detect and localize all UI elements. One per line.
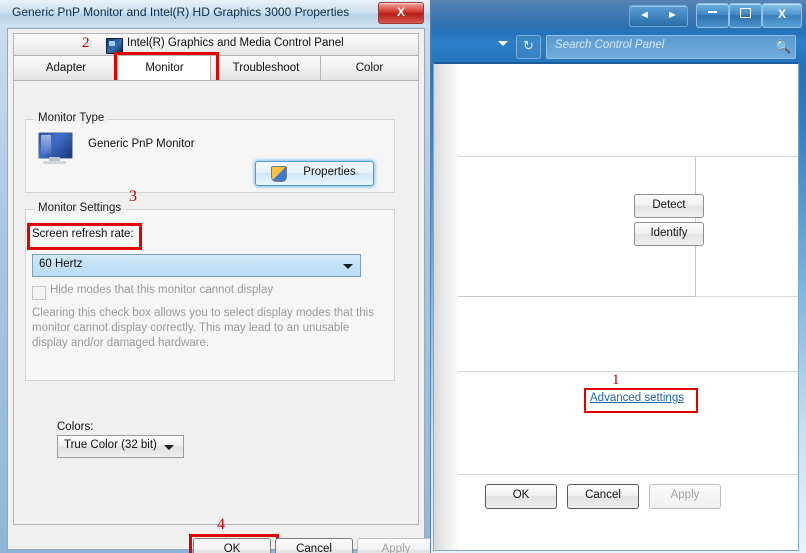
minimize-icon (708, 11, 717, 13)
maximize-icon (740, 8, 751, 18)
dialog-ok-button[interactable]: OK (193, 538, 271, 553)
step-number-3: 3 (129, 188, 137, 205)
control-panel-titlebar[interactable]: ◄ ► X (428, 0, 806, 31)
cp-ok-button[interactable]: OK (485, 484, 557, 509)
refresh-icon[interactable]: ↻ (516, 35, 541, 59)
uac-shield-icon (271, 166, 287, 182)
screen: ◄ ► X ↻ Search Control Panel 🔍 Detect Id… (0, 0, 806, 553)
divider (458, 474, 798, 475)
search-icon: 🔍 (775, 39, 792, 54)
step-number-2: 2 (82, 35, 90, 51)
dialog-footer: 4 OK Cancel Apply (13, 516, 430, 553)
monitor-properties-dialog: Generic PnP Monitor and Intel(R) HD Grap… (0, 0, 431, 553)
properties-button-label: Properties (303, 166, 356, 178)
dialog-close-button[interactable]: X (378, 2, 424, 24)
tab-header-label: Intel(R) Graphics and Media Control Pane… (127, 37, 344, 49)
control-panel-window: ◄ ► X ↻ Search Control Panel 🔍 Detect Id… (428, 0, 806, 553)
refresh-rate-value: 60 Hertz (39, 258, 83, 270)
colors-dropdown[interactable]: True Color (32 bit) (57, 435, 184, 458)
monitor-settings-legend: Monitor Settings (34, 202, 126, 214)
detect-button[interactable]: Detect (634, 194, 704, 218)
dialog-apply-button: Apply (357, 538, 430, 553)
control-panel-footer: OK Cancel Apply (458, 484, 798, 514)
refresh-rate-dropdown[interactable]: 60 Hertz (32, 254, 361, 277)
monitor-tab-panel: Monitor Type Generic PnP Monitor Propert… (13, 80, 419, 525)
address-bar[interactable]: ↻ Search Control Panel 🔍 (428, 33, 806, 61)
tab-strip: 2 Intel(R) Graphics and Media Control Pa… (13, 33, 419, 98)
properties-button[interactable]: Properties (255, 161, 374, 186)
tab-troubleshoot[interactable]: Troubleshoot (210, 55, 322, 82)
monitor-settings-group: Monitor Settings 3 Screen refresh rate: … (25, 188, 395, 381)
tab-adapter[interactable]: Adapter (13, 55, 119, 82)
dialog-title: Generic PnP Monitor and Intel(R) HD Grap… (12, 5, 350, 19)
chevron-down-icon (343, 264, 353, 269)
dialog-body: 2 Intel(R) Graphics and Media Control Pa… (7, 28, 430, 553)
hide-modes-description: Clearing this check box allows you to se… (32, 307, 374, 349)
control-panel-content: Detect Identify 1 Advanced settings OK C… (433, 62, 799, 551)
tab-color-management[interactable]: Color Management (320, 55, 419, 98)
divider (458, 371, 798, 372)
display-preview-panel: Detect Identify (458, 156, 704, 297)
step-number-1: 1 (612, 372, 620, 388)
close-button[interactable]: X (762, 3, 802, 28)
content-left-gradient (434, 64, 458, 550)
search-placeholder: Search Control Panel (555, 39, 665, 51)
refresh-rate-label: Screen refresh rate: (32, 228, 134, 240)
colors-value: True Color (32 bit) (64, 439, 157, 451)
hide-modes-checkbox[interactable] (32, 286, 46, 300)
maximize-button[interactable] (729, 3, 762, 28)
monitor-type-legend: Monitor Type (34, 112, 109, 124)
chevron-down-icon[interactable] (498, 41, 508, 46)
dialog-cancel-button[interactable]: Cancel (275, 538, 353, 553)
identify-button[interactable]: Identify (634, 222, 704, 246)
nav-back-button[interactable]: ◄ (629, 5, 660, 27)
search-input[interactable]: Search Control Panel 🔍 (546, 35, 796, 59)
cp-apply-button: Apply (649, 484, 721, 509)
monitor-icon (38, 132, 75, 165)
cp-cancel-button[interactable]: Cancel (567, 484, 639, 509)
monitor-type-group: Monitor Type Generic PnP Monitor Propert… (25, 112, 395, 193)
chevron-down-icon (164, 445, 174, 450)
monitor-name-label: Generic PnP Monitor (88, 138, 195, 150)
hide-modes-label: Hide modes that this monitor cannot disp… (50, 284, 274, 296)
advanced-settings-link[interactable]: Advanced settings (590, 392, 684, 404)
step-number-4: 4 (217, 516, 225, 533)
colors-label: Colors: (57, 421, 94, 433)
dialog-titlebar[interactable]: Generic PnP Monitor and Intel(R) HD Grap… (0, 0, 430, 27)
nav-forward-button[interactable]: ► (658, 5, 688, 27)
minimize-button[interactable] (696, 3, 729, 28)
